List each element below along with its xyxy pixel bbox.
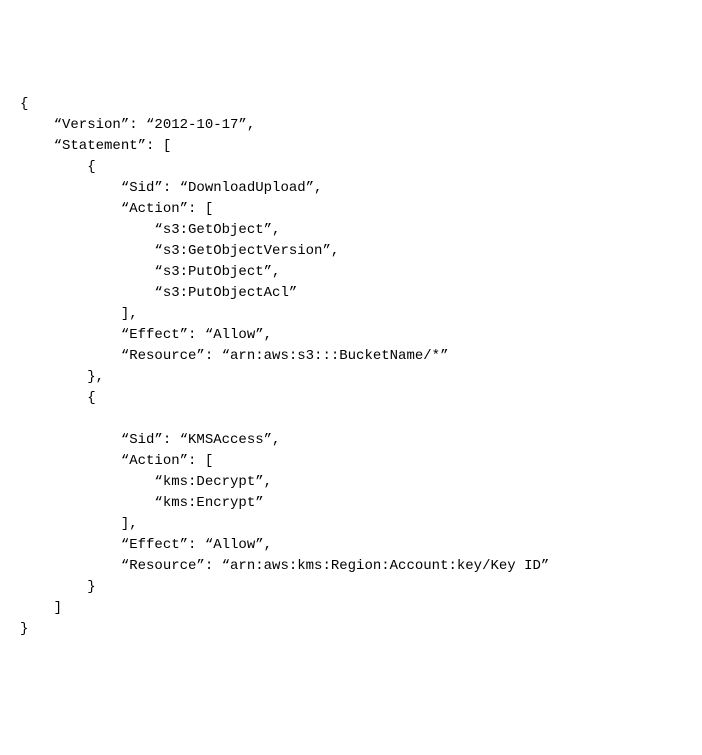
code-line: “s3:GetObjectVersion”, xyxy=(20,243,339,259)
code-line: “Sid”: “KMSAccess”, xyxy=(20,432,280,448)
code-block: { “Version”: “2012-10-17”, “Statement”: … xyxy=(20,94,682,640)
code-line: “s3:GetObject”, xyxy=(20,222,280,238)
code-line: } xyxy=(20,621,28,637)
code-line: { xyxy=(20,159,96,175)
code-line: “Sid”: “DownloadUpload”, xyxy=(20,180,322,196)
code-line: “Version”: “2012-10-17”, xyxy=(20,117,255,133)
code-line: “Action”: [ xyxy=(20,201,213,217)
code-line: }, xyxy=(20,369,104,385)
code-line: } xyxy=(20,579,96,595)
code-line: { xyxy=(20,96,28,112)
code-line: ], xyxy=(20,306,138,322)
code-line: “s3:PutObject”, xyxy=(20,264,280,280)
code-line: “Resource”: “arn:aws:kms:Region:Account:… xyxy=(20,558,549,574)
code-line: { xyxy=(20,390,96,406)
code-line: “Effect”: “Allow”, xyxy=(20,327,272,343)
code-line: “Resource”: “arn:aws:s3:::BucketName/*” xyxy=(20,348,448,364)
code-line: ] xyxy=(20,600,62,616)
code-line: “s3:PutObjectAcl” xyxy=(20,285,297,301)
code-line: “Action”: [ xyxy=(20,453,213,469)
code-line: “Effect”: “Allow”, xyxy=(20,537,272,553)
code-line: “kms:Decrypt”, xyxy=(20,474,272,490)
code-line: “Statement”: [ xyxy=(20,138,171,154)
code-line: “kms:Encrypt” xyxy=(20,495,264,511)
code-line: ], xyxy=(20,516,138,532)
